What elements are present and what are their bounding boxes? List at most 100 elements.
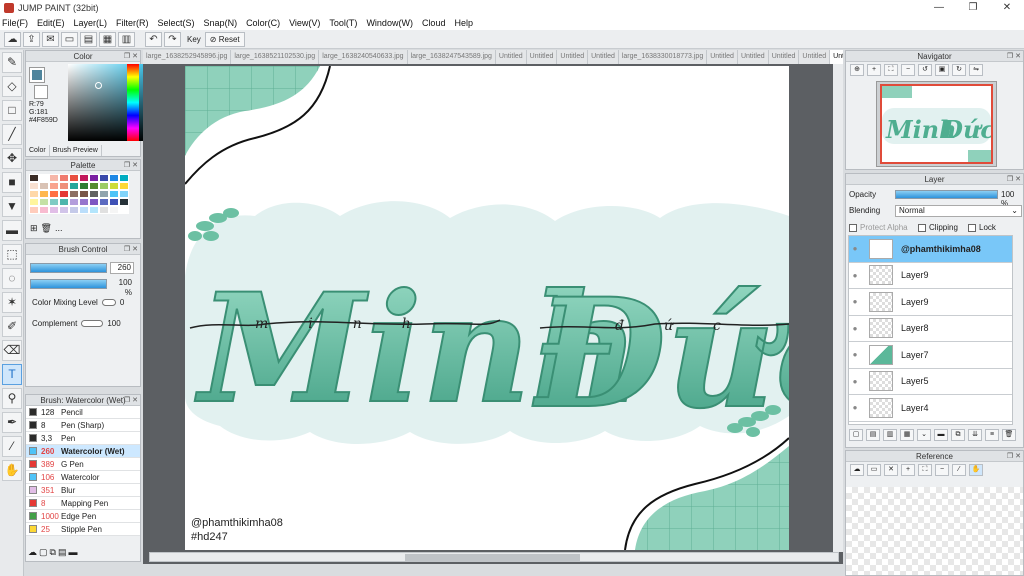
palette-swatch[interactable] bbox=[39, 206, 49, 214]
brush-new-icon[interactable]: ▢ bbox=[39, 547, 48, 561]
palette-swatch[interactable] bbox=[49, 198, 59, 206]
layout-icon[interactable]: ▥ bbox=[118, 31, 135, 47]
new-layer-icon[interactable]: ▢ bbox=[849, 429, 863, 441]
gradient-tool-icon[interactable]: ▬ bbox=[2, 220, 22, 241]
shape-tool-icon[interactable]: □ bbox=[2, 100, 22, 121]
layer-row[interactable]: ● Layer4 bbox=[849, 395, 1012, 422]
ref-close-icon[interactable]: ✕ bbox=[884, 464, 898, 476]
palette-swatch[interactable] bbox=[109, 182, 119, 190]
magic-wand-tool-icon[interactable]: ✶ bbox=[2, 292, 22, 313]
brush-opacity-slider[interactable] bbox=[30, 279, 107, 289]
menu-snap[interactable]: Snap(N) bbox=[204, 18, 238, 28]
tab-color[interactable]: Color bbox=[26, 145, 50, 156]
brush-list-item[interactable]: 106 Watercolor bbox=[26, 471, 140, 484]
grid-page-icon[interactable]: ▦ bbox=[99, 31, 116, 47]
document-tab[interactable]: Untitled bbox=[707, 50, 738, 64]
menu-edit[interactable]: Edit(E) bbox=[37, 18, 65, 28]
document-tab[interactable]: Untitled bbox=[799, 50, 831, 64]
palette-swatch[interactable] bbox=[109, 174, 119, 182]
document-tab[interactable]: large_1638330018773.jpg bbox=[619, 50, 708, 64]
document-tab[interactable]: Untitled bbox=[738, 50, 769, 64]
palette-swatch[interactable] bbox=[49, 174, 59, 182]
palette-swatch[interactable] bbox=[99, 190, 109, 198]
horizontal-scroll-thumb[interactable] bbox=[405, 554, 580, 561]
eyedropper-tool-icon[interactable]: ⁄ bbox=[2, 436, 22, 457]
reset-view-icon[interactable]: ▣ bbox=[935, 64, 949, 76]
palette-swatch[interactable] bbox=[59, 198, 69, 206]
ref-hand-icon[interactable]: ✋ bbox=[969, 464, 983, 476]
menu-help[interactable]: Help bbox=[454, 18, 473, 28]
palette-swatch[interactable] bbox=[29, 198, 39, 206]
panel-close-icon[interactable]: ❐ ✕ bbox=[124, 244, 138, 255]
foreground-color-swatch[interactable] bbox=[29, 67, 45, 83]
menu-window[interactable]: Window(W) bbox=[366, 18, 413, 28]
ref-fit-icon[interactable]: ⛶ bbox=[918, 464, 932, 476]
delete-layer-icon[interactable]: 🗑 bbox=[1002, 429, 1016, 441]
palette-swatch[interactable] bbox=[69, 182, 79, 190]
palette-swatch[interactable] bbox=[119, 182, 129, 190]
pen-tool-icon[interactable]: ✒ bbox=[2, 412, 22, 433]
protect-alpha-checkbox[interactable] bbox=[849, 223, 857, 232]
palette-swatch[interactable] bbox=[109, 198, 119, 206]
select-pen-tool-icon[interactable]: ✐ bbox=[2, 316, 22, 337]
layer-visibility-icon[interactable]: ● bbox=[849, 271, 861, 280]
brush-list-item[interactable]: 3,3 Pen bbox=[26, 432, 140, 445]
ref-cloud-icon[interactable]: ☁ bbox=[850, 464, 864, 476]
brush-tool-icon[interactable]: ✎ bbox=[2, 52, 22, 73]
lasso-tool-icon[interactable]: ◌ bbox=[2, 268, 22, 289]
menu-tool[interactable]: Tool(T) bbox=[329, 18, 357, 28]
color-mixing-toggle[interactable] bbox=[101, 299, 116, 306]
brush-copy-icon[interactable]: ⧉ bbox=[50, 547, 56, 561]
palette-swatch[interactable] bbox=[29, 182, 39, 190]
reset-button[interactable]: ⊘ Reset bbox=[204, 31, 245, 47]
flip-icon[interactable]: ⇋ bbox=[969, 64, 983, 76]
palette-swatch[interactable] bbox=[59, 182, 69, 190]
artboard[interactable]: Minh Đức minh đức @phamthikimha08 #hd247 bbox=[185, 66, 789, 550]
panel-close-icon[interactable]: ❐ ✕ bbox=[1007, 174, 1021, 185]
palette-swatch[interactable] bbox=[99, 174, 109, 182]
palette-swatch[interactable] bbox=[89, 190, 99, 198]
palette-swatch[interactable] bbox=[49, 190, 59, 198]
palette-swatch[interactable] bbox=[79, 198, 89, 206]
menu-view[interactable]: View(V) bbox=[289, 18, 320, 28]
layer-visibility-icon[interactable]: ● bbox=[849, 297, 861, 306]
brush-list-item[interactable]: 8 Pen (Sharp) bbox=[26, 419, 140, 432]
panel-close-icon[interactable]: ❐ ✕ bbox=[124, 395, 138, 406]
lock-checkbox[interactable] bbox=[968, 223, 976, 232]
menu-cloud[interactable]: Cloud bbox=[422, 18, 446, 28]
color-picker-cursor[interactable] bbox=[95, 82, 102, 89]
panel-close-icon[interactable]: ❐ ✕ bbox=[1007, 51, 1021, 62]
brush-list-item[interactable]: 1000 Edge Pen bbox=[26, 510, 140, 523]
brush-list-item[interactable]: 8 Mapping Pen bbox=[26, 497, 140, 510]
horizontal-scrollbar[interactable] bbox=[149, 552, 839, 562]
palette-swatch[interactable] bbox=[39, 198, 49, 206]
duplicate-layer-icon[interactable]: ⧉ bbox=[951, 429, 965, 441]
menu-select[interactable]: Select(S) bbox=[158, 18, 195, 28]
menu-file[interactable]: File(F) bbox=[2, 18, 28, 28]
vertical-scrollbar[interactable] bbox=[833, 64, 843, 552]
lens-tool-icon[interactable]: ⚲ bbox=[2, 388, 22, 409]
blending-select[interactable]: Normal ⌄ bbox=[895, 205, 1022, 217]
layer-visibility-icon[interactable]: ● bbox=[849, 403, 861, 412]
palette-swatch[interactable] bbox=[69, 174, 79, 182]
palette-swatch[interactable] bbox=[29, 206, 39, 214]
palette-swatch[interactable] bbox=[119, 198, 129, 206]
palette-delete-icon[interactable]: 🗑 bbox=[41, 223, 52, 234]
palette-swatch[interactable] bbox=[99, 206, 109, 214]
palette-more[interactable]: ... bbox=[55, 223, 63, 234]
eraser-tool-icon[interactable]: ◇ bbox=[2, 76, 22, 97]
palette-add-icon[interactable]: ⊞ bbox=[30, 223, 38, 234]
brush-list-item[interactable]: 260 Watercolor (Wet) bbox=[26, 445, 140, 458]
layer-row[interactable]: ● Layer7 bbox=[849, 342, 1012, 369]
undo-icon[interactable]: ↶ bbox=[145, 31, 162, 47]
layer-visibility-icon[interactable]: ● bbox=[849, 350, 861, 359]
line-tool-icon[interactable]: ╱ bbox=[2, 124, 22, 145]
palette-swatch[interactable] bbox=[39, 182, 49, 190]
layer-opacity-slider[interactable] bbox=[895, 190, 998, 199]
rotate-left-icon[interactable]: ↺ bbox=[918, 64, 932, 76]
menu-filter[interactable]: Filter(R) bbox=[116, 18, 149, 28]
canvas-area[interactable]: large_1638252945896.jpg large_16385211025… bbox=[143, 50, 843, 564]
document-tab[interactable]: large_1638521102530.jpg bbox=[231, 50, 320, 64]
document-tab[interactable]: Untitled bbox=[830, 50, 843, 64]
document-tab[interactable]: Untitled bbox=[527, 50, 558, 64]
